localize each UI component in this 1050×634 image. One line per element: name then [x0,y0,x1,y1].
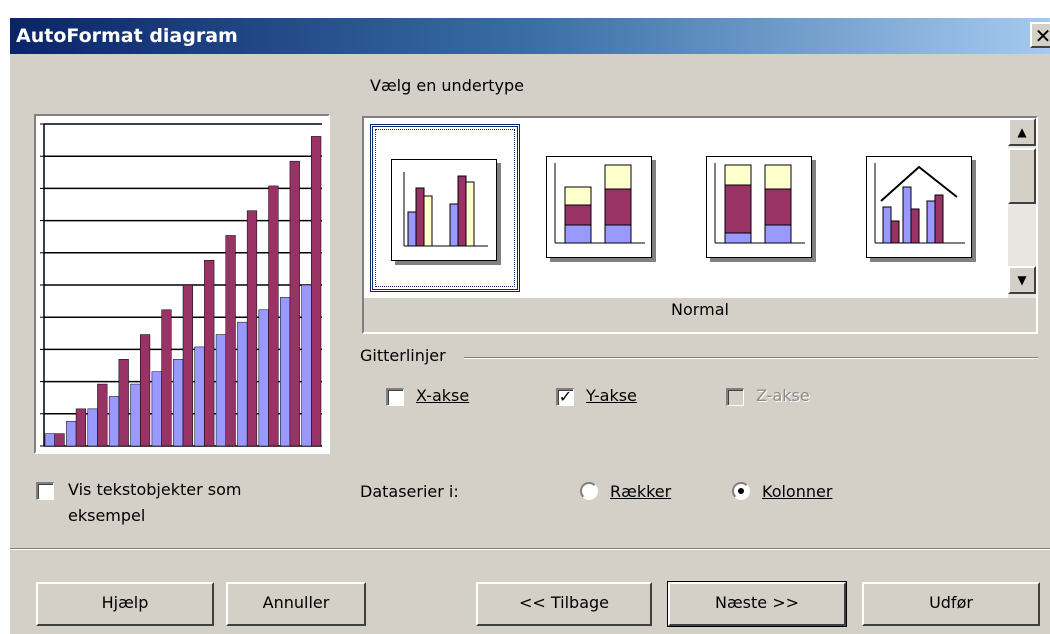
chart-bar [311,136,322,447]
back-button[interactable]: << Tilbage [476,582,652,626]
close-icon: ✕ [1034,24,1050,48]
bar-line-chart-icon [866,156,972,258]
subtype-list: ▲ ▼ Normal [362,116,1038,334]
dialog-title: AutoFormat diagram [16,25,238,47]
chart-bar [246,210,258,447]
close-button[interactable]: ✕ [1030,22,1050,48]
chart-bar [182,284,193,447]
title-bar: AutoFormat diagram ✕ [10,18,1050,54]
subtype-name: Normal [671,300,729,319]
chart-bar [66,420,77,447]
help-button[interactable]: Hjælp [36,582,214,626]
cancel-button[interactable]: Annuller [226,582,366,626]
chart-bar [87,408,98,447]
dataseries-label: Dataserier i: [360,482,459,501]
show-text-label-1: Vis tekstobjekter som [68,480,242,499]
scroll-thumb[interactable] [1008,148,1036,204]
columns-radio[interactable] [732,482,750,500]
chart-bar [118,359,129,447]
gridlines-separator [464,357,1038,359]
chart-bar [301,284,312,447]
subtype-label: Vælg en undertype [370,76,525,95]
subtype-grid [364,118,1008,298]
checkmark-icon: ✓ [558,387,573,406]
rows-radio[interactable] [580,482,598,500]
radio-dot-icon [738,488,744,494]
bar-chart-percent-icon [706,156,812,258]
chart-preview-svg [40,123,322,447]
subtype-normal[interactable] [370,124,520,292]
chart-bar [75,408,87,447]
subtype-stacked[interactable] [528,124,678,292]
autoformat-dialog: AutoFormat diagram ✕ Vælg en undertype V… [10,18,1050,634]
chart-bar [237,321,248,447]
y-axis-checkbox[interactable]: ✓ [556,388,574,406]
subtype-percent[interactable] [688,124,838,292]
chart-bar [279,297,291,447]
x-axis-checkbox[interactable] [386,388,404,406]
chart-bar [268,185,279,447]
scroll-up-button[interactable]: ▲ [1008,118,1036,146]
next-button[interactable]: Næste >> [667,581,847,627]
chart-bar [258,309,269,447]
chart-bar [289,160,300,447]
arrow-up-icon: ▲ [1017,125,1027,139]
z-axis-label: Z-akse [756,386,810,405]
rows-label: Rækker [610,482,672,501]
chart-bar [54,433,65,447]
columns-label: Kolonner [762,482,833,501]
finish-button[interactable]: Udfør [862,582,1040,626]
bar-chart-stacked-icon [546,156,652,258]
chart-bar [173,359,184,447]
chart-bar [139,334,151,447]
arrow-down-icon: ▼ [1017,273,1027,287]
chart-bar [97,383,108,447]
chart-bar [44,433,55,447]
bar-chart-normal-icon [391,159,497,261]
show-text-label-2: eksempel [68,506,146,525]
subtype-bar-line[interactable] [848,124,998,292]
scroll-down-button[interactable]: ▼ [1008,266,1036,294]
footer-separator [10,548,1050,550]
chart-bar [225,235,236,447]
chart-bar [151,371,162,447]
z-axis-checkbox[interactable] [726,388,744,406]
y-axis-label: Y-akse [586,386,637,405]
subtype-scrollbar[interactable]: ▲ ▼ [1008,118,1036,298]
chart-bar [194,346,205,447]
chart-bar [108,396,120,447]
chart-bar [215,334,227,447]
gridlines-label: Gitterlinjer [360,346,446,365]
chart-bar [130,383,141,447]
chart-bar [161,309,172,447]
x-axis-label: X-akse [416,386,470,405]
chart-bar [204,259,215,447]
chart-preview [34,114,330,454]
show-text-checkbox[interactable] [36,482,54,500]
